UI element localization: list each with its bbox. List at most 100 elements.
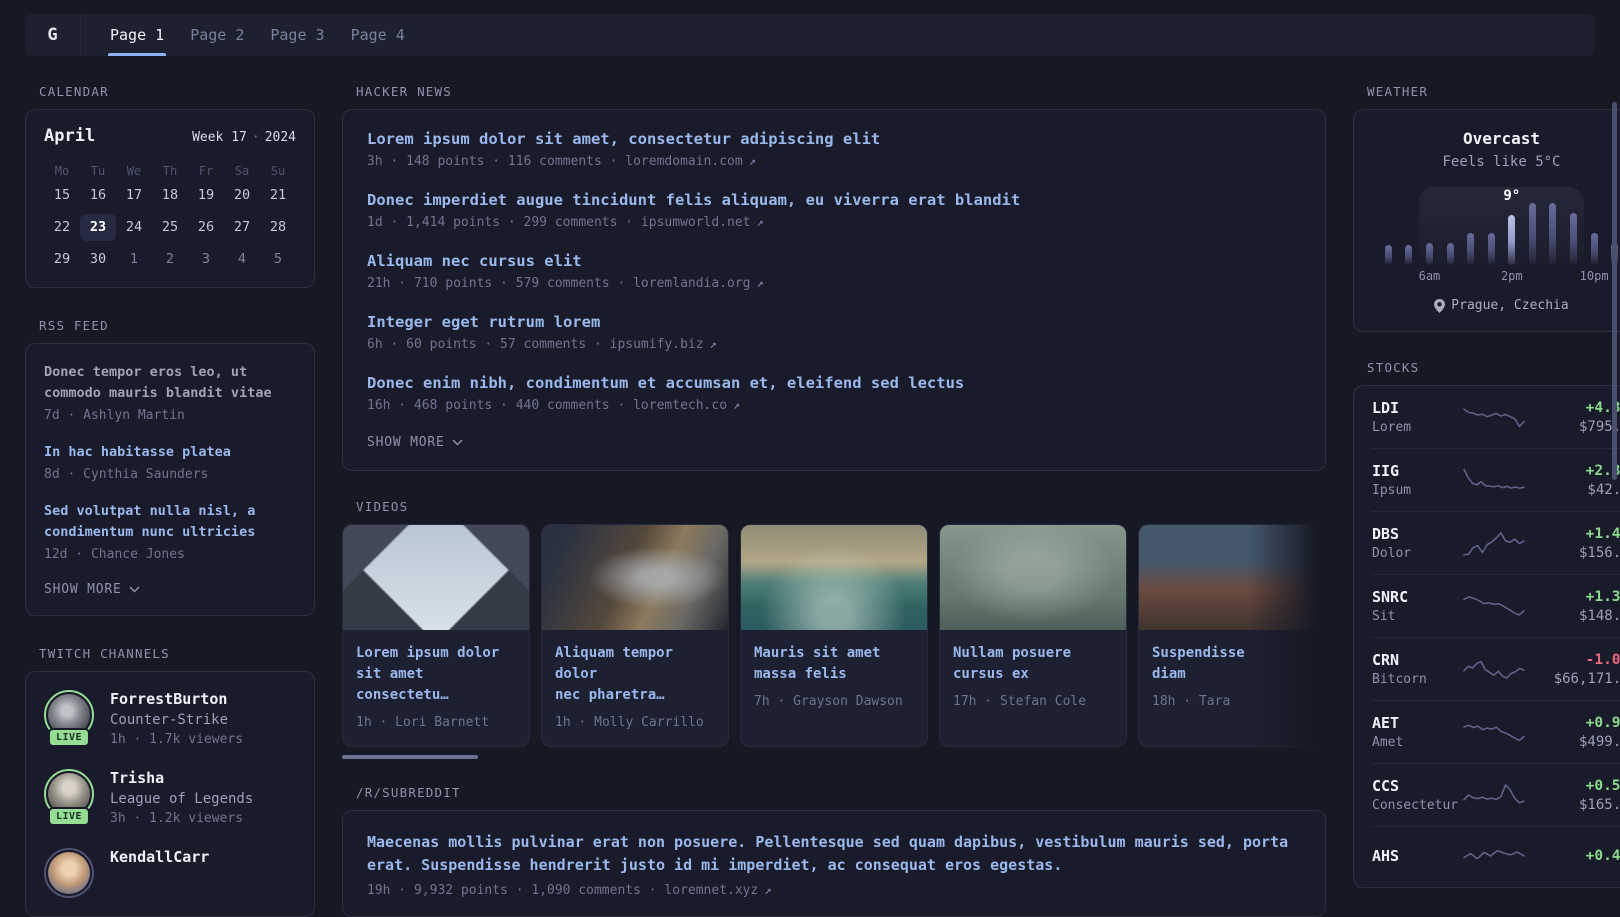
- weather-bar: [1590, 233, 1598, 265]
- hacker-news-title[interactable]: Aliquam nec cursus elit: [367, 252, 1301, 270]
- channel-name: Trisha: [110, 769, 165, 787]
- top-nav: G Page 1 Page 2 Page 3 Page 4: [25, 14, 1595, 56]
- hacker-news-item: Donec enim nibh, condimentum et accumsan…: [367, 374, 1301, 413]
- weather-bar: [1467, 233, 1475, 265]
- twitch-channel-row[interactable]: LIVE ForrestBurton Counter-Strike 1h · 1…: [44, 690, 296, 747]
- stock-symbol: IIG: [1372, 462, 1400, 480]
- video-card[interactable]: Lorem ipsum dolor sit amet consectetu… 1h…: [342, 524, 530, 747]
- calendar-dates: 15 16 17 18 19 20 21 22 23 24 25 26 27 2…: [44, 182, 296, 273]
- twitch-channel-row[interactable]: LIVE Trisha League of Legends 3h · 1.2k …: [44, 769, 296, 826]
- stock-price: $156.28: [1578, 544, 1620, 561]
- calendar-date[interactable]: 5: [260, 246, 296, 273]
- stocks-widget: LDI Lorem +4.35% $795.18 IIG Ipsum +2.84…: [1353, 385, 1620, 888]
- stock-change: +2.84%: [1585, 462, 1620, 479]
- hacker-news-title[interactable]: Integer eget rutrum lorem: [367, 313, 1301, 331]
- chevron-down-icon: [452, 439, 463, 446]
- videos-scrollbar[interactable]: [342, 755, 478, 759]
- rss-item-title[interactable]: Donec tempor eros leo, ut commodo mauris…: [44, 362, 296, 404]
- hn-show-more-button[interactable]: SHOW MORE: [367, 435, 463, 450]
- calendar-date[interactable]: 22: [44, 214, 80, 241]
- subreddit-post: Maecenas mollis pulvinar erat non posuer…: [367, 831, 1301, 898]
- stock-row[interactable]: DBS Dolor +1.42% $156.28: [1372, 512, 1620, 575]
- rss-show-more-button[interactable]: SHOW MORE: [44, 582, 140, 597]
- stock-row[interactable]: IIG Ipsum +2.84% $42.04: [1372, 449, 1620, 512]
- stock-name: Sit: [1372, 609, 1396, 624]
- calendar-date[interactable]: 15: [44, 182, 80, 209]
- nav-tab[interactable]: Page 4: [338, 14, 418, 56]
- hacker-news-title[interactable]: Donec enim nibh, condimentum et accumsan…: [367, 374, 1301, 392]
- app-logo[interactable]: G: [25, 14, 81, 56]
- stock-name: Dolor: [1372, 546, 1412, 561]
- subreddit-post-title[interactable]: Maecenas mollis pulvinar erat non posuer…: [367, 831, 1301, 877]
- calendar-date[interactable]: 24: [116, 214, 152, 241]
- stock-price: $148.64: [1578, 607, 1620, 624]
- channel-game: League of Legends: [110, 791, 254, 807]
- weather-bar: [1528, 203, 1536, 265]
- stock-row[interactable]: CRN Bitcorn -1.00% $66,171.48: [1372, 638, 1620, 701]
- stock-symbol: DBS: [1372, 525, 1400, 543]
- calendar-date[interactable]: 16: [80, 182, 116, 209]
- video-card[interactable]: Suspendisse diam 18h · Tara: [1138, 524, 1326, 747]
- hacker-news-item: Integer eget rutrum lorem 6h · 60 points…: [367, 313, 1301, 352]
- calendar-date[interactable]: 17: [116, 182, 152, 209]
- live-badge: LIVE: [47, 728, 91, 747]
- hacker-news-title[interactable]: Lorem ipsum dolor sit amet, consectetur …: [367, 130, 1301, 148]
- calendar-date[interactable]: 25: [152, 214, 188, 241]
- right-column: WEATHER Overcast Feels like 5°C 9° 6am 2…: [1353, 56, 1620, 888]
- rss-item-title[interactable]: Sed volutpat nulla nisl, a condimentum n…: [44, 501, 296, 543]
- stock-symbol: SNRC: [1372, 588, 1409, 606]
- hacker-news-item: Lorem ipsum dolor sit amet, consectetur …: [367, 130, 1301, 169]
- weather-bar: [1446, 243, 1454, 265]
- calendar-year: 2024: [264, 130, 296, 145]
- stock-sparkline: [1463, 660, 1525, 679]
- channel-name: ForrestBurton: [110, 690, 228, 708]
- calendar-date[interactable]: 20: [224, 182, 260, 209]
- calendar-week-year: Week 17 · 2024: [192, 130, 296, 145]
- calendar-date[interactable]: 28: [260, 214, 296, 241]
- calendar-date[interactable]: 2: [152, 246, 188, 273]
- calendar-date[interactable]: 29: [44, 246, 80, 273]
- calendar-date[interactable]: 30: [80, 246, 116, 273]
- calendar-date[interactable]: 1: [116, 246, 152, 273]
- stock-change: -1.00%: [1585, 651, 1620, 668]
- nav-tab[interactable]: Page 2: [177, 14, 257, 56]
- stock-row[interactable]: SNRC Sit +1.36% $148.64: [1372, 575, 1620, 638]
- hacker-news-widget: Lorem ipsum dolor sit amet, consectetur …: [342, 109, 1326, 471]
- stock-change: +1.36%: [1585, 588, 1620, 605]
- hacker-news-title[interactable]: Donec imperdiet augue tincidunt felis al…: [367, 191, 1301, 209]
- stock-name: Amet: [1372, 735, 1404, 750]
- twitch-channel-row[interactable]: LIVE KendallCarr: [44, 848, 296, 898]
- page-scrollbar[interactable]: [1612, 102, 1617, 480]
- calendar-date[interactable]: 3: [188, 246, 224, 273]
- stock-price: $165.84: [1578, 796, 1620, 813]
- stock-row[interactable]: AET Amet +0.92% $499.72: [1372, 701, 1620, 764]
- rss-item-meta: 7d · Ashlyn Martin: [44, 408, 185, 423]
- calendar-date[interactable]: 4: [224, 246, 260, 273]
- calendar-date[interactable]: 26: [188, 214, 224, 241]
- stock-sparkline: [1463, 850, 1525, 860]
- external-link-icon: ↗: [748, 154, 756, 168]
- weather-location-text: Prague, Czechia: [1451, 298, 1569, 313]
- stock-price: $795.18: [1578, 418, 1620, 435]
- calendar-date[interactable]: 21: [260, 182, 296, 209]
- calendar-date[interactable]: 19: [188, 182, 224, 209]
- video-card[interactable]: Mauris sit amet massa felis 7h · Grayson …: [740, 524, 928, 747]
- calendar-date[interactable]: 27: [224, 214, 260, 241]
- channel-meta: 1h · 1.7k viewers: [110, 732, 244, 747]
- video-title: Nullam posuere cursus ex: [953, 645, 1072, 682]
- stock-name: Bitcorn: [1372, 672, 1427, 687]
- stock-price: $66,171.48: [1553, 670, 1620, 687]
- video-card[interactable]: Aliquam tempor dolor nec pharetra… 1h · M…: [541, 524, 729, 747]
- calendar-date[interactable]: 23: [80, 214, 116, 241]
- calendar-date[interactable]: 18: [152, 182, 188, 209]
- rss-section-label: RSS FEED: [39, 318, 109, 333]
- nav-tab[interactable]: Page 1: [97, 14, 177, 56]
- twitch-widget: LIVE ForrestBurton Counter-Strike 1h · 1…: [25, 671, 315, 917]
- nav-tab[interactable]: Page 3: [257, 14, 337, 56]
- stock-row[interactable]: CCS Consectetur +0.51% $165.84: [1372, 764, 1620, 827]
- stock-symbol: AHS: [1372, 846, 1400, 865]
- stock-row[interactable]: AHS +0.46%: [1372, 827, 1620, 887]
- rss-item-title[interactable]: In hac habitasse platea: [44, 442, 296, 463]
- video-card[interactable]: Nullam posuere cursus ex 17h · Stefan Col…: [939, 524, 1127, 747]
- stock-row[interactable]: LDI Lorem +4.35% $795.18: [1372, 386, 1620, 449]
